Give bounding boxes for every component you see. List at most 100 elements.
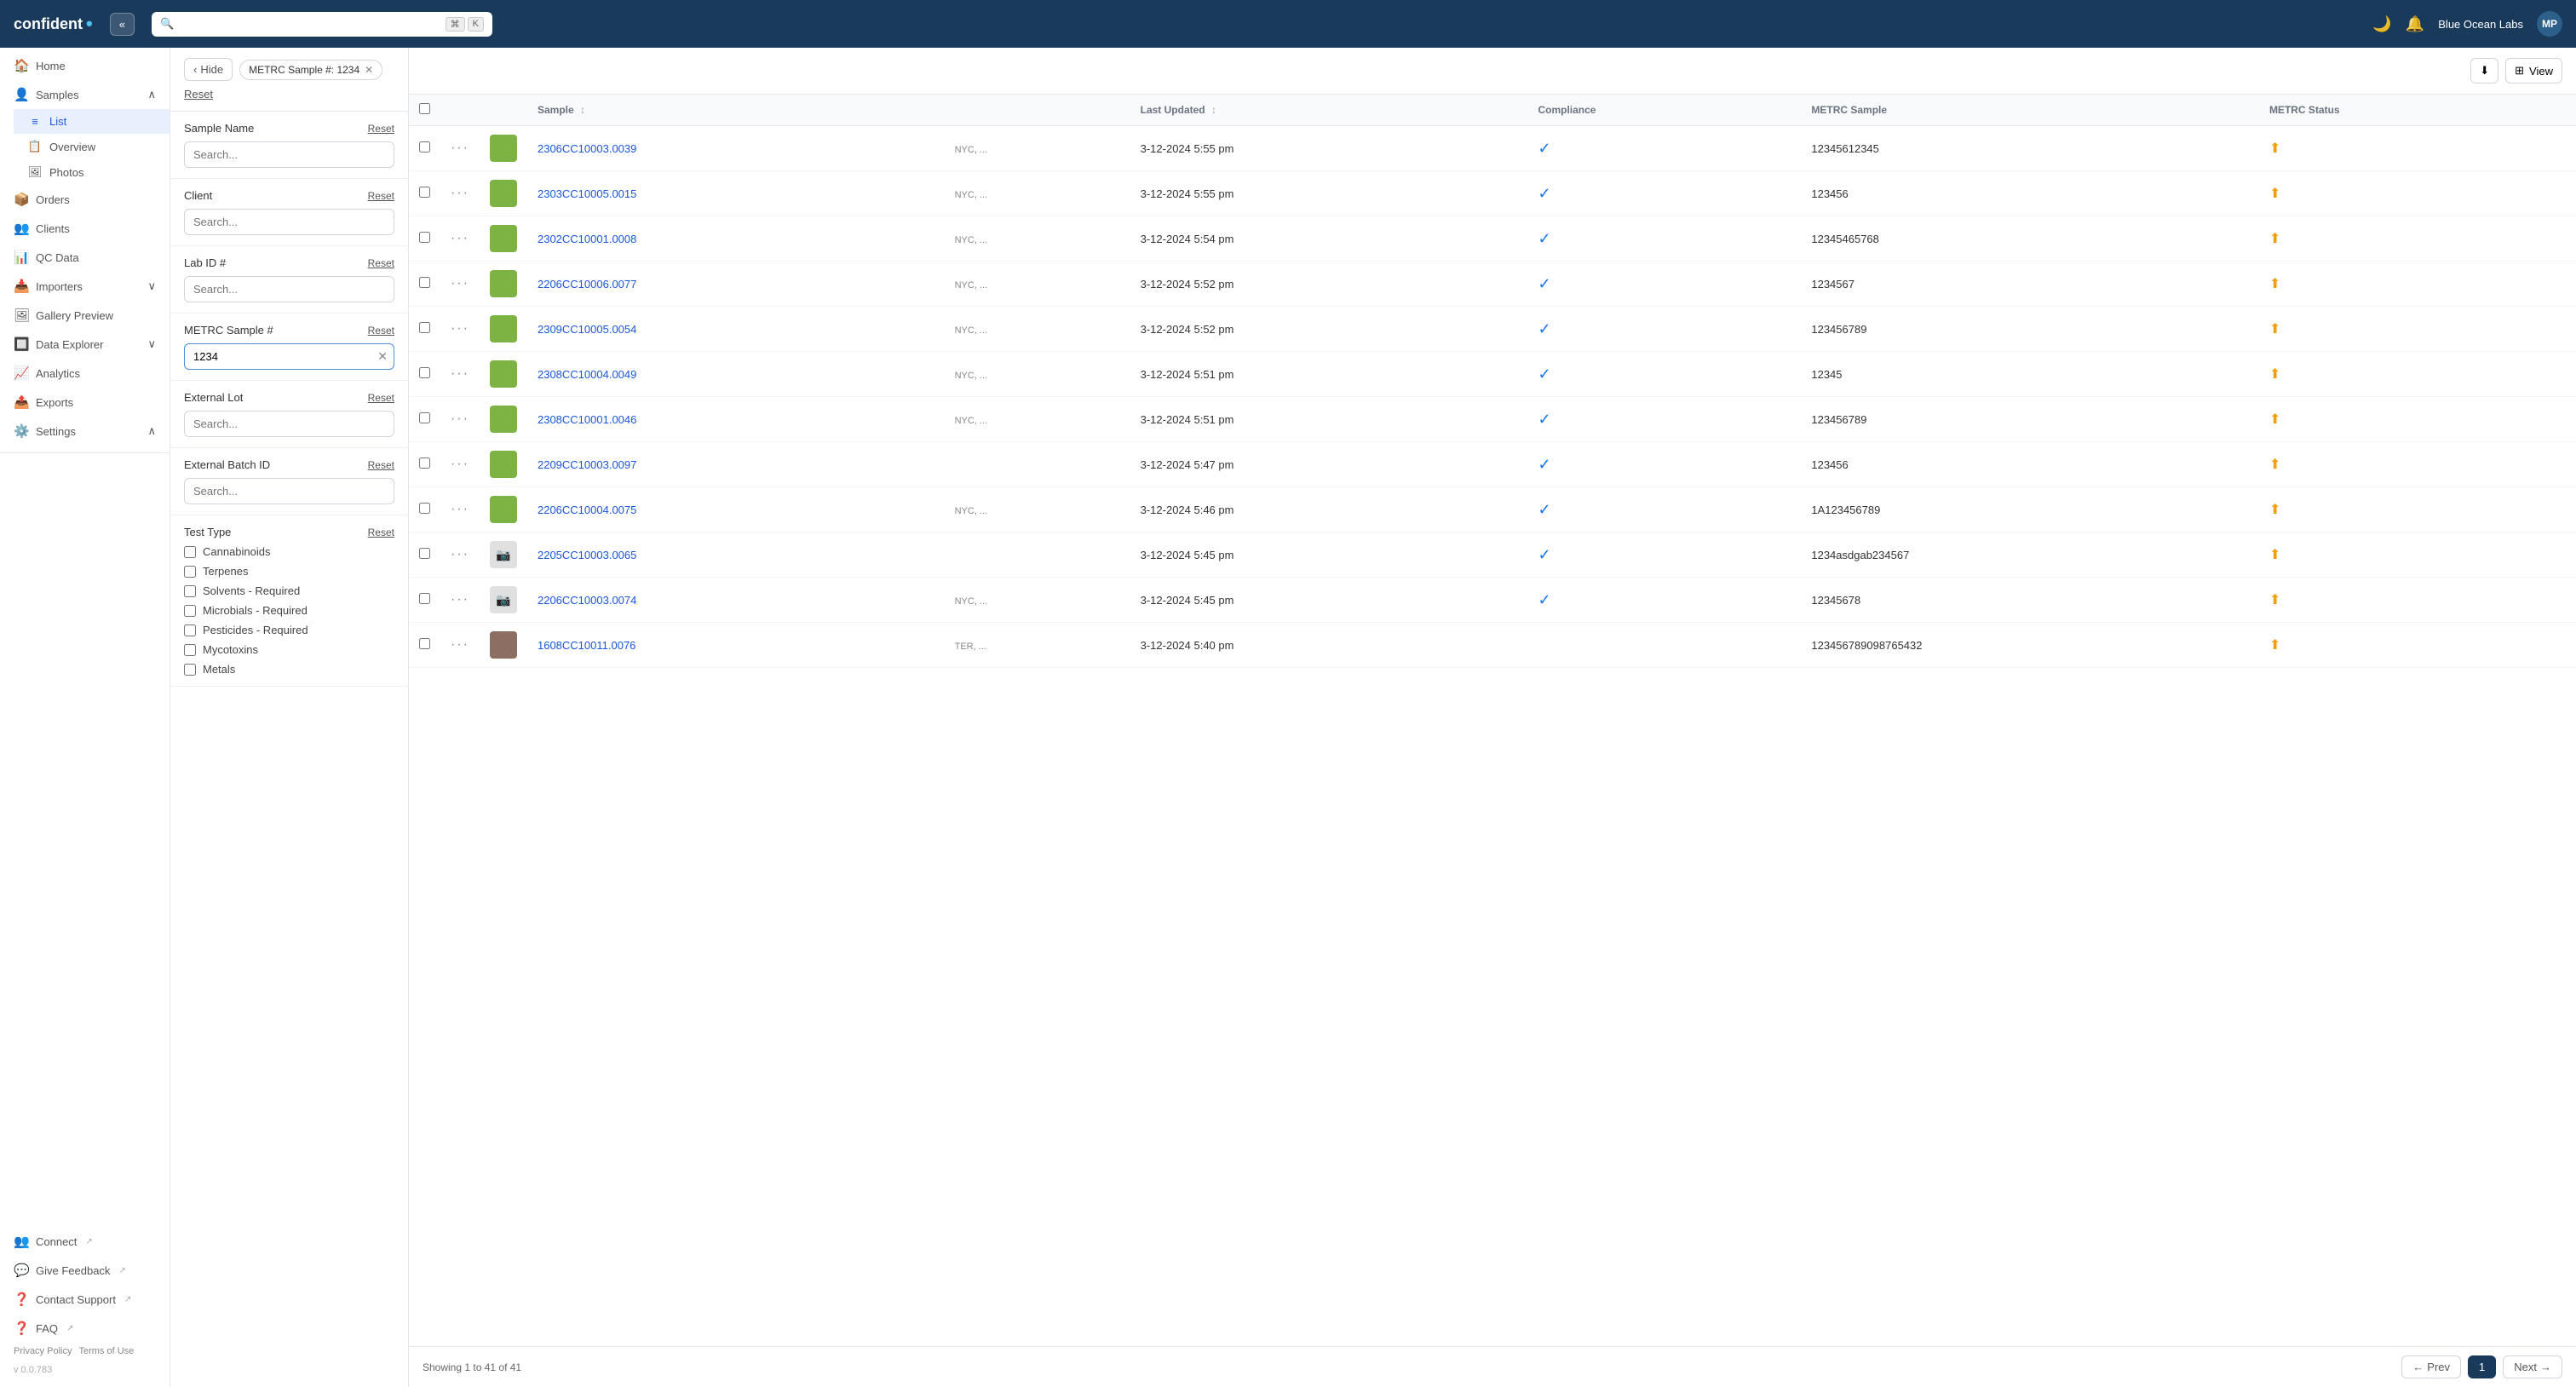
row-actions-button[interactable]: ···: [451, 547, 469, 561]
checkbox-microbials[interactable]: Microbials - Required: [184, 604, 394, 617]
privacy-policy-link[interactable]: Privacy Policy: [14, 1346, 72, 1356]
remove-filter-button[interactable]: ✕: [365, 64, 373, 76]
user-avatar[interactable]: MP: [2537, 11, 2562, 37]
checkbox-metals-input[interactable]: [184, 664, 196, 676]
row-actions-button[interactable]: ···: [451, 457, 469, 471]
next-page-button[interactable]: Next →: [2503, 1355, 2562, 1378]
checkbox-terpenes[interactable]: Terpenes: [184, 565, 394, 578]
sort-icon[interactable]: ↕: [580, 104, 585, 116]
search-input[interactable]: Search: [181, 17, 438, 31]
sample-link[interactable]: 2206CC10003.0074: [538, 594, 636, 607]
lab-id-input[interactable]: [184, 276, 394, 302]
metrc-upload-icon[interactable]: ⬆: [2269, 503, 2280, 517]
sample-link[interactable]: 2205CC10003.0065: [538, 549, 636, 561]
sidebar-item-qc-data[interactable]: 📊 QC Data: [0, 243, 170, 272]
reset-external-lot-button[interactable]: Reset: [368, 392, 394, 404]
metrc-upload-icon[interactable]: ⬆: [2269, 548, 2280, 562]
sample-link[interactable]: 2206CC10006.0077: [538, 278, 636, 291]
metrc-upload-icon[interactable]: ⬆: [2269, 232, 2280, 246]
sample-link[interactable]: 1608CC10011.0076: [538, 639, 635, 652]
sidebar-item-data-explorer[interactable]: 🔲 Data Explorer ∨: [0, 330, 170, 359]
sidebar-item-samples[interactable]: 👤 Samples ∧: [0, 80, 170, 109]
prev-page-button[interactable]: ← Prev: [2401, 1355, 2461, 1378]
sidebar-item-faq[interactable]: ❓ FAQ ↗: [0, 1314, 170, 1343]
metrc-sample-clear-button[interactable]: ✕: [377, 349, 388, 364]
reset-sample-name-button[interactable]: Reset: [368, 123, 394, 135]
row-actions-button[interactable]: ···: [451, 276, 469, 291]
row-checkbox[interactable]: [419, 232, 430, 243]
row-actions-button[interactable]: ···: [451, 366, 469, 381]
row-checkbox[interactable]: [419, 141, 430, 153]
sidebar-item-importers[interactable]: 📥 Importers ∨: [0, 272, 170, 301]
notifications-button[interactable]: 🔔: [2406, 15, 2424, 33]
metrc-upload-icon[interactable]: ⬆: [2269, 458, 2280, 472]
row-actions-button[interactable]: ···: [451, 321, 469, 336]
reset-all-filters-button[interactable]: Reset: [184, 88, 213, 101]
checkbox-mycotoxins-input[interactable]: [184, 644, 196, 656]
sidebar-item-home[interactable]: 🏠 Home: [0, 51, 170, 80]
metrc-upload-icon[interactable]: ⬆: [2269, 367, 2280, 382]
sidebar-item-connect[interactable]: 👥 Connect ↗: [0, 1227, 170, 1256]
view-button[interactable]: ⊞ View: [2505, 58, 2562, 83]
metrc-upload-icon[interactable]: ⬆: [2269, 277, 2280, 291]
row-checkbox[interactable]: [419, 367, 430, 378]
sidebar-item-photos[interactable]: 🖼 Photos: [14, 159, 170, 185]
row-checkbox[interactable]: [419, 638, 430, 649]
row-checkbox[interactable]: [419, 412, 430, 423]
reset-client-button[interactable]: Reset: [368, 190, 394, 202]
metrc-sample-input[interactable]: [184, 343, 394, 370]
sidebar-item-clients[interactable]: 👥 Clients: [0, 214, 170, 243]
row-actions-button[interactable]: ···: [451, 186, 469, 200]
metrc-upload-icon[interactable]: ⬆: [2269, 187, 2280, 201]
reset-metrc-sample-button[interactable]: Reset: [368, 325, 394, 337]
sample-link[interactable]: 2308CC10001.0046: [538, 413, 636, 426]
checkbox-solvents[interactable]: Solvents - Required: [184, 584, 394, 597]
terms-link[interactable]: Terms of Use: [78, 1346, 134, 1356]
row-checkbox[interactable]: [419, 277, 430, 288]
select-all-checkbox[interactable]: [419, 103, 430, 114]
sidebar-item-contact-support[interactable]: ❓ Contact Support ↗: [0, 1285, 170, 1314]
sidebar-item-analytics[interactable]: 📈 Analytics: [0, 359, 170, 388]
checkbox-mycotoxins[interactable]: Mycotoxins: [184, 643, 394, 656]
metrc-upload-icon[interactable]: ⬆: [2269, 593, 2280, 607]
checkbox-metals[interactable]: Metals: [184, 663, 394, 676]
sample-name-input[interactable]: [184, 141, 394, 168]
checkbox-microbials-input[interactable]: [184, 605, 196, 617]
sample-link[interactable]: 2306CC10003.0039: [538, 142, 636, 155]
sample-link[interactable]: 2209CC10003.0097: [538, 458, 636, 471]
reset-external-batch-button[interactable]: Reset: [368, 459, 394, 471]
checkbox-pesticides-input[interactable]: [184, 624, 196, 636]
checkbox-pesticides[interactable]: Pesticides - Required: [184, 624, 394, 636]
row-checkbox[interactable]: [419, 503, 430, 514]
row-actions-button[interactable]: ···: [451, 637, 469, 652]
sample-link[interactable]: 2303CC10005.0015: [538, 187, 636, 200]
download-button[interactable]: ⬇: [2470, 58, 2498, 83]
row-actions-button[interactable]: ···: [451, 411, 469, 426]
sidebar-item-gallery-preview[interactable]: 🖼 Gallery Preview: [0, 301, 170, 330]
sidebar-item-give-feedback[interactable]: 💬 Give Feedback ↗: [0, 1256, 170, 1285]
row-checkbox[interactable]: [419, 548, 430, 559]
sidebar-item-list[interactable]: ≡ List: [14, 109, 170, 134]
row-actions-button[interactable]: ···: [451, 592, 469, 607]
row-checkbox[interactable]: [419, 187, 430, 198]
sidebar-collapse-button[interactable]: «: [110, 13, 135, 36]
external-lot-input[interactable]: [184, 411, 394, 437]
external-batch-input[interactable]: [184, 478, 394, 504]
page-1-button[interactable]: 1: [2468, 1355, 2496, 1378]
checkbox-cannabinoids-input[interactable]: [184, 546, 196, 558]
sample-link[interactable]: 2302CC10001.0008: [538, 233, 636, 245]
row-checkbox[interactable]: [419, 458, 430, 469]
checkbox-solvents-input[interactable]: [184, 585, 196, 597]
row-actions-button[interactable]: ···: [451, 502, 469, 516]
row-actions-button[interactable]: ···: [451, 231, 469, 245]
row-checkbox[interactable]: [419, 322, 430, 333]
dark-mode-button[interactable]: 🌙: [2372, 15, 2391, 33]
sidebar-item-overview[interactable]: 📋 Overview: [14, 134, 170, 159]
metrc-upload-icon[interactable]: ⬆: [2269, 412, 2280, 427]
reset-lab-id-button[interactable]: Reset: [368, 257, 394, 269]
hide-filters-button[interactable]: ‹ Hide: [184, 58, 233, 81]
checkbox-cannabinoids[interactable]: Cannabinoids: [184, 545, 394, 558]
row-checkbox[interactable]: [419, 593, 430, 604]
row-actions-button[interactable]: ···: [451, 141, 469, 155]
sidebar-item-exports[interactable]: 📤 Exports: [0, 388, 170, 417]
